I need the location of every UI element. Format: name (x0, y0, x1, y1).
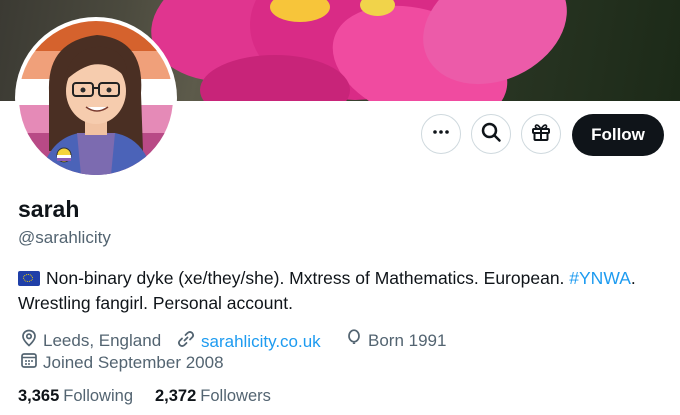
bio-line-2: Wrestling fangirl. Personal account. (18, 293, 293, 313)
hashtag-link[interactable]: #YNWA (569, 268, 631, 288)
birth-text: Born 1991 (368, 330, 447, 350)
search-icon (480, 121, 502, 148)
more-button[interactable] (421, 114, 461, 154)
followers-label: Followers (200, 387, 271, 405)
avatar[interactable] (15, 17, 177, 179)
location-text: Leeds, England (43, 330, 162, 350)
join-date: Joined September 2008 (20, 351, 224, 374)
eu-flag-icon (18, 271, 40, 286)
calendar-icon (20, 351, 43, 374)
display-name: sarah (18, 196, 80, 222)
joined-text: Joined September 2008 (43, 352, 224, 372)
balloon-icon (345, 329, 368, 352)
gift-icon (530, 121, 552, 148)
website-link[interactable]: sarahlicity.co.uk (201, 332, 321, 352)
following-label: Following (63, 387, 133, 405)
birth-date: Born 1991 (345, 329, 446, 352)
handle: @sarahlicity (18, 228, 111, 247)
location: Leeds, England (20, 329, 161, 352)
following-link[interactable]: 3,365 Following (18, 387, 133, 406)
search-button[interactable] (471, 114, 511, 154)
bio-text: Non-binary dyke (xe/they/she). Mxtress o… (46, 268, 570, 288)
follow-stats: 3,365 Following 2,372 Followers (18, 387, 293, 406)
follow-button[interactable]: Follow (572, 114, 664, 156)
more-icon (431, 122, 451, 147)
bio: Non-binary dyke (xe/they/she). Mxtress o… (18, 266, 668, 316)
avatar-image (19, 21, 173, 175)
followers-link[interactable]: 2,372 Followers (155, 387, 271, 406)
gift-button[interactable] (521, 114, 561, 154)
followers-count: 2,372 (155, 387, 197, 405)
following-count: 3,365 (18, 387, 60, 405)
location-icon (20, 329, 43, 352)
bio-text-after: . (630, 268, 636, 288)
